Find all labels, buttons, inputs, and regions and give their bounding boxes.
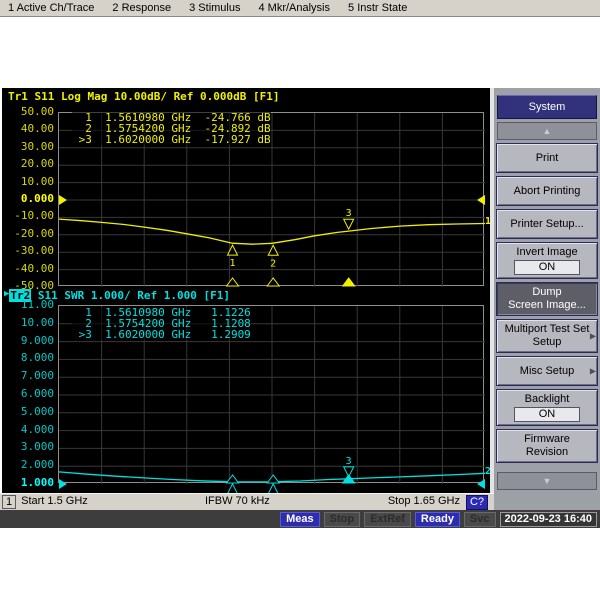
scroll-down-button[interactable]: ▼ xyxy=(497,472,597,490)
instrument-screen: Tr1 S11 Log Mag 10.00dB/ Ref 0.000dB [F1… xyxy=(2,88,491,495)
y-axis-tick-label: 6.000 xyxy=(20,387,54,400)
channel-number: 1 xyxy=(2,495,17,509)
y-axis-tick-label: 10.00 xyxy=(20,315,54,329)
softkey-menu-title: System xyxy=(497,95,597,119)
softkey-label: Multiport Test Set xyxy=(504,323,590,335)
taskbar-indicator-svc: Svc xyxy=(463,512,496,527)
softkey-label: Revision xyxy=(525,446,569,458)
submenu-arrow-icon: ▶ xyxy=(589,331,596,341)
menu-item-2[interactable]: 2 Response xyxy=(103,0,180,16)
cal-status-badge: C? xyxy=(465,495,488,510)
ifbw-value[interactable]: IFBW 70 kHz xyxy=(205,494,270,509)
y-axis-tick-label: 30.00 xyxy=(20,139,54,153)
y-axis-tick-label: 11.00 xyxy=(20,298,54,311)
taskbar-indicator-extref: ExtRef xyxy=(364,512,411,527)
scroll-up-button[interactable]: ▲ xyxy=(497,122,597,140)
start-frequency[interactable]: Start 1.5 GHz xyxy=(21,494,88,509)
menu-item-4[interactable]: 4 Mkr/Analysis xyxy=(249,0,339,16)
softkey-label: Abort Printing xyxy=(513,184,581,197)
y-axis-tick-label: -10.00 xyxy=(14,209,54,223)
trace1-title: Tr1 S11 Log Mag 10.00dB/ Ref 0.000dB [F1… xyxy=(8,90,280,103)
softkey-sidebar: System ▲ Print Abort Printing Printer Setu… xyxy=(494,88,600,510)
y-axis-tick-label: 5.000 xyxy=(20,404,54,418)
stop-frequency[interactable]: Stop 1.65 GHz xyxy=(388,494,460,509)
printer-setup-button[interactable]: Printer Setup... xyxy=(496,209,598,239)
softkey-label: Dump xyxy=(532,286,562,298)
trace2-marker-table: 1 1.5610980 GHz 1.1226 2 1.5754200 GHz 1… xyxy=(72,307,251,340)
marker-table-row: >3 1.6020000 GHz -17.927 dB xyxy=(72,133,271,146)
scroll-up-icon: ▲ xyxy=(542,126,552,136)
print-button[interactable]: Print xyxy=(496,143,598,173)
dump-screen-image-button[interactable]: Dump Screen Image... xyxy=(496,282,598,316)
y-axis-tick-label: 1.000 xyxy=(20,476,54,489)
multiport-test-set-setup-button[interactable]: Multiport Test Set Setup ▶ xyxy=(496,319,598,353)
trace2-title-text: S11 SWR 1.000/ Ref 1.000 [F1] xyxy=(31,289,230,302)
y-axis-tick-label: 10.00 xyxy=(20,174,54,188)
y-axis-tick-label: -20.00 xyxy=(14,226,54,240)
menu-bar: 1 Active Ch/Trace 2 Response 3 Stimulus 4 M… xyxy=(0,0,600,17)
datetime-display: 2022-09-23 16:40 xyxy=(499,512,597,527)
menu-item-5[interactable]: 5 Instr State xyxy=(339,0,416,16)
y-axis-tick-label: 4.000 xyxy=(20,422,54,436)
y-axis-tick-label: 0.000 xyxy=(20,192,54,205)
trace1-marker-table: 1 1.5610980 GHz -24.766 dB 2 1.5754200 G… xyxy=(72,112,271,145)
vna-screenshot-page: 1 Active Ch/Trace 2 Response 3 Stimulus 4 M… xyxy=(0,0,600,600)
y-axis-tick-label: 2.000 xyxy=(20,458,54,472)
backlight-state: ON xyxy=(514,407,580,422)
softkey-label: Print xyxy=(535,151,559,164)
y-axis-tick-label: 3.000 xyxy=(20,440,54,454)
y-axis-tick-label: 9.000 xyxy=(20,333,54,347)
softkey-label: Setup xyxy=(532,336,562,348)
y-axis-tick-label: 7.000 xyxy=(20,369,54,383)
svg-text:3: 3 xyxy=(346,456,352,467)
softkey-label: Backlight xyxy=(524,393,570,405)
backlight-button[interactable]: Backlight ON xyxy=(496,389,598,426)
softkey-list: Print Abort Printing Printer Setup... Inver… xyxy=(496,143,598,466)
taskbar-indicator-stop: Stop xyxy=(323,512,361,527)
y-axis-tick-label: -30.00 xyxy=(14,244,54,258)
svg-text:1: 1 xyxy=(230,258,236,269)
softkey-label: Printer Setup... xyxy=(510,217,584,230)
softkey-label: Invert Image xyxy=(516,246,578,258)
marker-table-row: >3 1.6020000 GHz 1.2909 xyxy=(72,328,251,341)
softkey-label: Firmware xyxy=(524,433,570,445)
svg-text:3: 3 xyxy=(346,208,352,219)
scroll-down-icon: ▼ xyxy=(542,476,552,486)
taskbar-status-items: Meas Stop ExtRef Ready Svc 2022-09-23 16:40 xyxy=(280,512,597,527)
abort-printing-button[interactable]: Abort Printing xyxy=(496,176,598,206)
y-axis-tick-label: -40.00 xyxy=(14,261,54,275)
y-axis-tick-label: 40.00 xyxy=(20,122,54,136)
menu-item-1[interactable]: 1 Active Ch/Trace xyxy=(0,0,103,16)
taskbar: Meas Stop ExtRef Ready Svc 2022-09-23 16:40 xyxy=(0,510,600,528)
y-axis-tick-label: 20.00 xyxy=(20,157,54,171)
misc-setup-button[interactable]: Misc Setup ▶ xyxy=(496,356,598,386)
firmware-revision-button[interactable]: Firmware Revision xyxy=(496,429,598,463)
y-axis-tick-label: 50.00 xyxy=(20,105,54,118)
taskbar-indicator-meas: Meas xyxy=(280,512,320,527)
submenu-arrow-icon: ▶ xyxy=(589,366,596,376)
status-bar: 1 Start 1.5 GHz IFBW 70 kHz Stop 1.65 GHz… xyxy=(0,493,494,510)
taskbar-indicator-ready: Ready xyxy=(414,512,460,527)
svg-text:2: 2 xyxy=(270,258,276,269)
softkey-label: Screen Image... xyxy=(508,299,586,311)
invert-image-state: ON xyxy=(514,260,580,275)
y-axis-tick-label: 8.000 xyxy=(20,351,54,365)
menu-item-3[interactable]: 3 Stimulus xyxy=(180,0,249,16)
softkey-label: Misc Setup xyxy=(519,364,575,377)
invert-image-button[interactable]: Invert Image ON xyxy=(496,242,598,279)
